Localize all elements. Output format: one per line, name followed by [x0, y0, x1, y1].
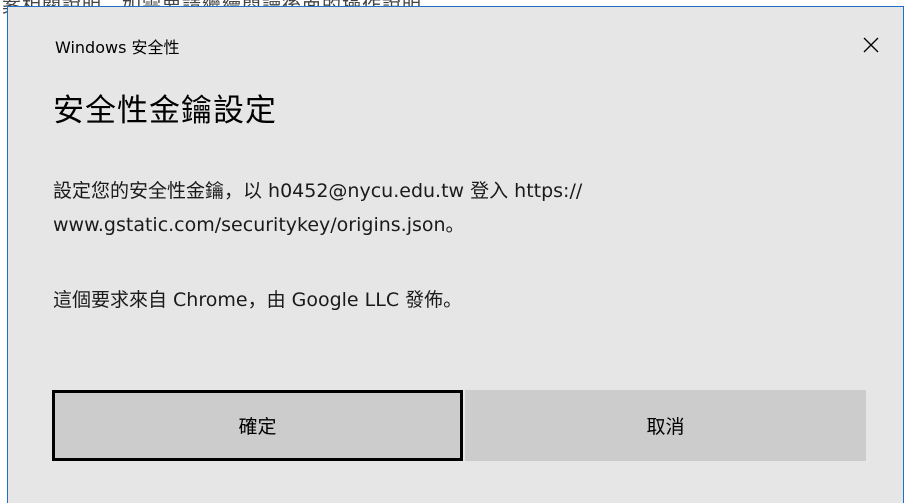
ok-button[interactable]: 確定 — [52, 390, 463, 461]
close-button[interactable] — [853, 27, 889, 63]
dialog-titlebar: Windows 安全性 — [8, 7, 903, 83]
cancel-button[interactable]: 取消 — [465, 390, 866, 461]
app-title: Windows 安全性 — [55, 38, 180, 57]
ok-button-label: 確定 — [238, 416, 277, 438]
close-icon — [863, 37, 879, 53]
dialog-message: 設定您的安全性金鑰，以 h0452@nycu.edu.tw 登入 https:/… — [53, 174, 813, 242]
message-line-1: 設定您的安全性金鑰，以 h0452@nycu.edu.tw 登入 https:/… — [53, 180, 583, 202]
message-line-2: www.gstatic.com/securitykey/origins.json… — [53, 214, 465, 236]
publisher-text: 這個要求來自 Chrome，由 Google LLC 發佈。 — [53, 289, 463, 311]
cancel-button-label: 取消 — [646, 416, 685, 438]
security-key-setup-dialog: Windows 安全性 安全性金鑰設定 設定您的安全性金鑰，以 h0452@ny… — [7, 6, 904, 503]
dialog-heading: 安全性金鑰設定 — [53, 93, 277, 129]
